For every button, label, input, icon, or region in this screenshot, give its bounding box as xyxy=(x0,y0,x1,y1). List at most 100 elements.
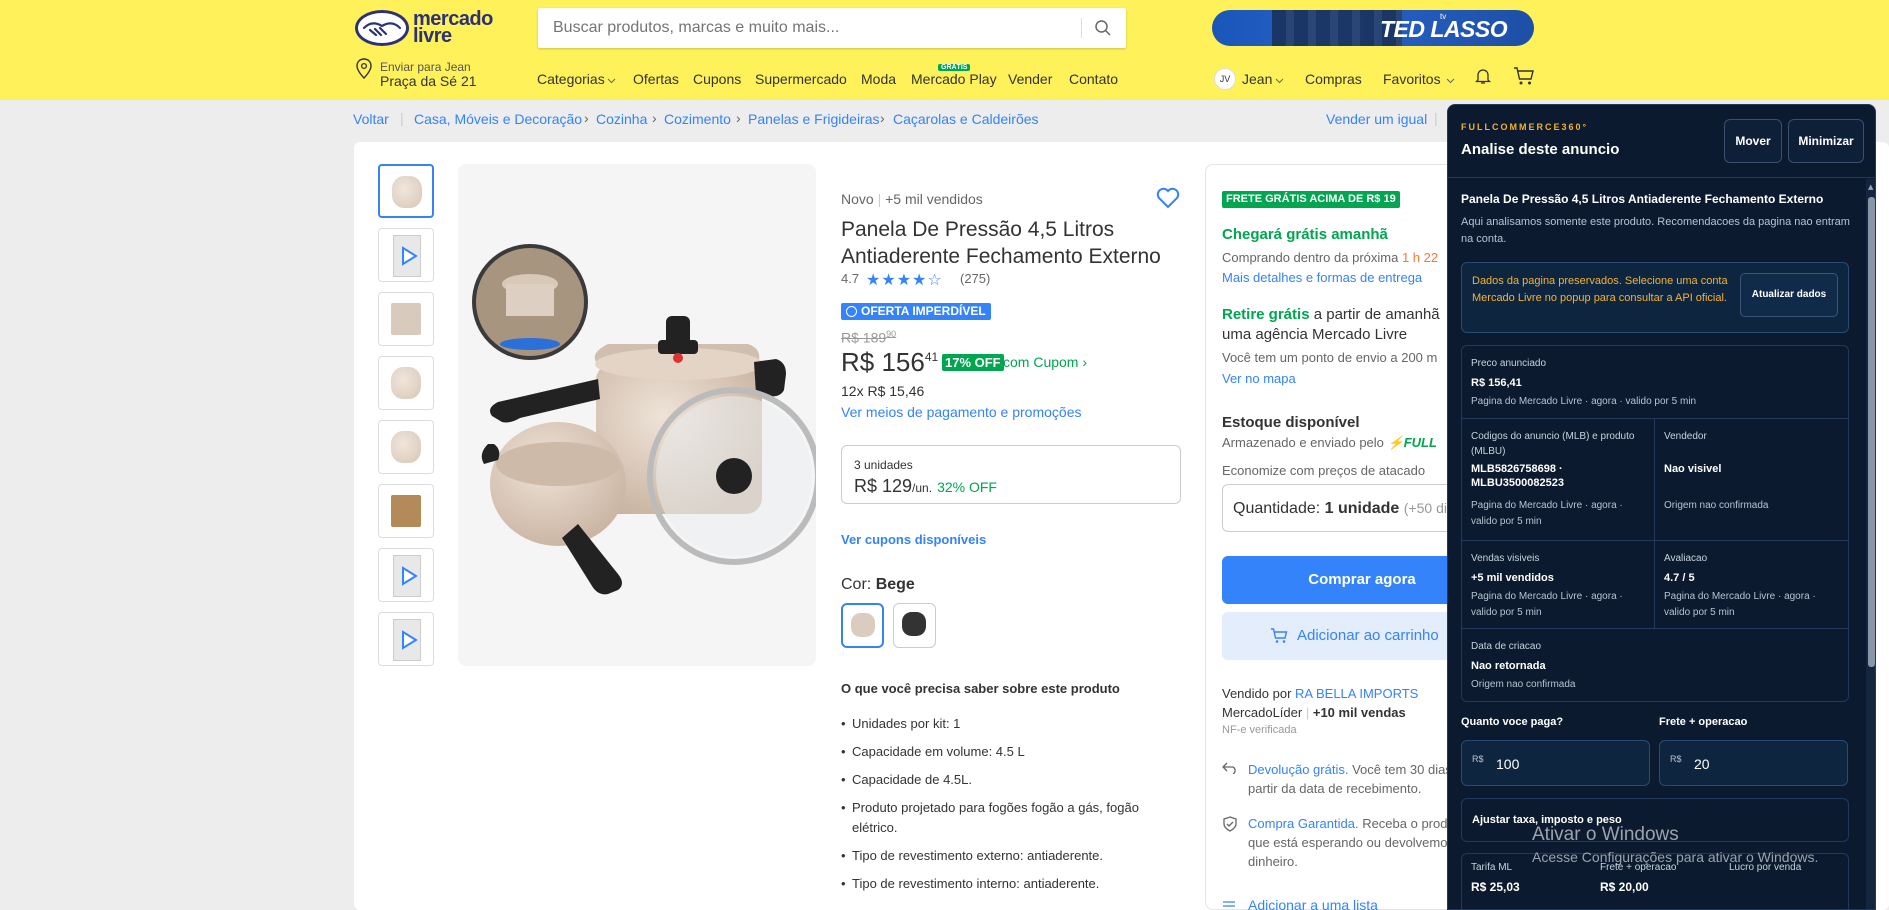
ship-input[interactable]: R$ 20 xyxy=(1659,740,1848,786)
refresh-data-button[interactable]: Atualizar dados xyxy=(1740,273,1838,317)
ad-banner[interactable]: tv TED LASSO xyxy=(1212,10,1534,46)
nav-mercado-play[interactable]: Mercado Play xyxy=(911,71,997,87)
sell-same-link[interactable]: Vender um igual xyxy=(1326,111,1427,127)
breadcrumb-item[interactable]: Cozimento xyxy=(664,111,731,127)
installments: 12x R$ 15,46 xyxy=(841,383,925,399)
color-label: Cor: Bege xyxy=(841,576,915,593)
metric-source: Origem nao confirmada xyxy=(1471,679,1576,690)
thumbnail-video[interactable] xyxy=(378,612,434,666)
feature-item: Tipo de revestimento externo: antiaderen… xyxy=(841,846,1181,866)
guarantee-text-2: que está esperando ou devolvemos o xyxy=(1248,835,1465,850)
location-pin-icon xyxy=(356,58,372,79)
guarantee-link[interactable]: Compra Garantida. xyxy=(1248,816,1359,831)
play-icon xyxy=(402,566,418,586)
panel-scrollbar[interactable]: ▲ xyxy=(1866,179,1875,909)
cart-icon[interactable] xyxy=(1513,66,1535,86)
pickup-text: Retire grátis a partir de amanhã xyxy=(1222,306,1440,323)
nav-supermercado[interactable]: Supermercado xyxy=(755,71,847,87)
feature-item: Capacidade de 4.5L. xyxy=(841,770,1181,790)
bulk-offer[interactable]: 3 unidades R$ 129/un. 32% OFF xyxy=(841,445,1181,504)
current-price: R$ 15641 xyxy=(841,347,939,377)
thumbnail-video[interactable] xyxy=(378,548,434,602)
scroll-up-icon[interactable]: ▲ xyxy=(1868,183,1873,191)
rating-stars[interactable]: ★★★★☆ xyxy=(866,270,943,289)
nav-cupons[interactable]: Cupons xyxy=(693,71,741,87)
coupon-link[interactable]: com Cupom › xyxy=(1003,354,1087,370)
thumbnail[interactable] xyxy=(378,420,434,474)
nav-badge: GRÁTIS xyxy=(938,64,971,71)
metric-value: Nao retornada xyxy=(1471,660,1546,672)
product-thumbnail-image xyxy=(391,303,421,335)
guarantee-text-3: dinheiro. xyxy=(1248,854,1298,869)
ship-label: Frete + operacao xyxy=(1659,716,1748,728)
minimize-button[interactable]: Minimizar xyxy=(1788,119,1864,163)
shipping-details-link[interactable]: Mais detalhes e formas de entrega xyxy=(1222,270,1422,285)
thumbnail[interactable] xyxy=(378,356,434,410)
scrollbar-thumb[interactable] xyxy=(1868,197,1875,667)
review-count[interactable]: (275) xyxy=(960,271,990,286)
location-label: Enviar para Jean xyxy=(380,60,471,74)
map-link[interactable]: Ver no mapa xyxy=(1222,371,1296,386)
free-shipping-badge: FRETE GRÁTIS ACIMA DE R$ 19 xyxy=(1222,191,1400,208)
back-link[interactable]: Voltar xyxy=(353,111,389,127)
mercado-livre-logo[interactable]: mercado livre xyxy=(355,9,493,46)
color-swatch-bege[interactable] xyxy=(841,603,884,648)
color-swatch-preto[interactable] xyxy=(893,603,936,648)
nav-contato[interactable]: Contato xyxy=(1069,71,1118,87)
metric-rating: Avaliacao 4.7 / 5 Pagina do Mercado Livr… xyxy=(1655,541,1848,629)
search-bar xyxy=(538,8,1126,48)
user-name[interactable]: Jean xyxy=(1242,71,1272,87)
thumbnail[interactable] xyxy=(378,484,434,538)
feature-item: Unidades por kit: 1 xyxy=(841,714,1181,734)
return-text-2: partir da data de recebimento. xyxy=(1248,781,1422,796)
play-icon xyxy=(402,246,418,266)
nav-ofertas[interactable]: Ofertas xyxy=(633,71,679,87)
nav-moda[interactable]: Moda xyxy=(861,71,896,87)
feature-item: Produto projetado para fogões fogão a gá… xyxy=(841,798,1181,838)
seller-reputation: MercadoLíder | +10 mil vendas xyxy=(1222,705,1406,720)
product-thumbnail-image xyxy=(392,176,422,208)
metric-codes: Codigos do anuncio (MLB) e produto (MLBU… xyxy=(1462,419,1655,541)
pay-value: 100 xyxy=(1496,756,1520,772)
metric-label: Codigos do anuncio (MLB) e produto (MLBU… xyxy=(1471,431,1635,457)
return-icon xyxy=(1222,762,1236,774)
thumbnail-video[interactable] xyxy=(378,228,434,282)
breadcrumb-item[interactable]: Casa, Móveis e Decoração xyxy=(414,111,582,127)
warning-text: Dados da pagina preservados. Selecione u… xyxy=(1472,275,1728,304)
add-to-list-link[interactable]: Adicionar a uma lista xyxy=(1248,897,1378,910)
return-link[interactable]: Devolução grátis. xyxy=(1248,762,1348,777)
breadcrumb-divider: | xyxy=(400,110,404,126)
product-main-image[interactable] xyxy=(458,164,816,666)
product-thumbnail-image xyxy=(391,431,421,463)
pay-input[interactable]: R$ 100 xyxy=(1461,740,1650,786)
search-input[interactable] xyxy=(538,8,1068,48)
return-text: Devolução grátis. Você tem 30 dias a xyxy=(1248,762,1463,777)
breadcrumb-item[interactable]: Cozinha xyxy=(596,111,647,127)
breadcrumb-item[interactable]: Caçarolas e Caldeirões xyxy=(893,111,1039,127)
metric-label: Vendas visiveis xyxy=(1471,553,1540,564)
thumbnail[interactable] xyxy=(378,164,434,218)
heart-icon[interactable] xyxy=(1156,187,1180,209)
product-condition: Novo | +5 mil vendidos xyxy=(841,191,983,207)
breadcrumb-item[interactable]: Panelas e Frigideiras xyxy=(748,111,880,127)
seller-link[interactable]: RA BELLA IMPORTS xyxy=(1295,686,1418,701)
fee-label: Tarifa ML xyxy=(1471,862,1513,873)
old-price: R$ 18990 xyxy=(841,329,897,346)
favoritos-link[interactable]: Favoritos xyxy=(1383,71,1441,87)
avatar[interactable]: JV xyxy=(1214,68,1236,90)
move-button[interactable]: Mover xyxy=(1724,119,1782,163)
compras-link[interactable]: Compras xyxy=(1305,71,1362,87)
chevron-down-icon xyxy=(1275,78,1284,84)
shield-icon xyxy=(1223,816,1237,832)
nav-vender[interactable]: Vender xyxy=(1008,71,1052,87)
bell-icon[interactable] xyxy=(1475,67,1491,85)
thumbnail[interactable] xyxy=(378,292,434,346)
payment-methods-link[interactable]: Ver meios de pagamento e promoções xyxy=(841,404,1081,420)
full-badge: ⚡FULL xyxy=(1387,435,1437,450)
header: mercadolivre tv TED LASSO Enviar para Je… xyxy=(0,0,1889,100)
metric-label: Data de criacao xyxy=(1471,641,1542,652)
coupons-link[interactable]: Ver cupons disponíveis xyxy=(841,532,986,547)
sold-by: Vendido por RA BELLA IMPORTS xyxy=(1222,686,1419,701)
nav-categorias[interactable]: Categorias xyxy=(537,71,605,87)
search-icon[interactable] xyxy=(1094,19,1112,37)
